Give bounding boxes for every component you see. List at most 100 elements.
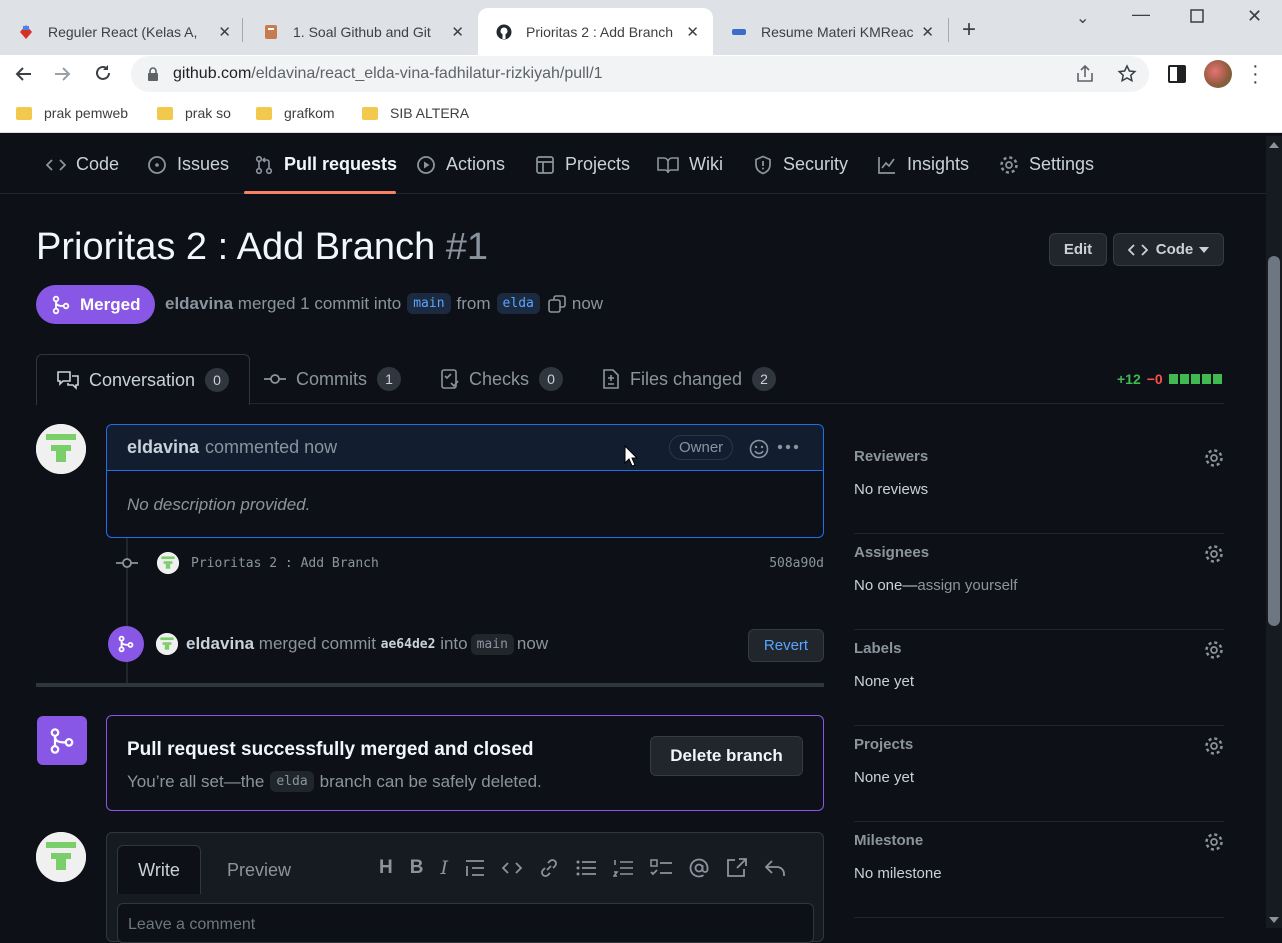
reviewers-heading[interactable]: Reviewers bbox=[854, 448, 928, 465]
mention-icon[interactable] bbox=[689, 858, 709, 878]
repo-nav-projects[interactable]: Projects bbox=[535, 154, 630, 175]
browser-menu-icon[interactable]: · · · bbox=[1252, 56, 1259, 92]
code-icon bbox=[46, 158, 66, 171]
gear-icon[interactable] bbox=[1204, 832, 1224, 852]
commit-message-link[interactable]: Prioritas 2 : Add Branch bbox=[191, 556, 769, 571]
pr-author-link[interactable]: eldavina bbox=[165, 294, 233, 314]
code-icon[interactable] bbox=[501, 861, 522, 875]
comment-body: No description provided. bbox=[127, 495, 311, 514]
add-reaction-smiley-icon[interactable] bbox=[749, 439, 769, 459]
browser-tab-2[interactable]: 1. Soal Github and Git ✕ bbox=[245, 8, 478, 55]
merged-subtext: You’re all set—the elda branch can be sa… bbox=[127, 771, 542, 792]
maximize-icon[interactable] bbox=[1190, 9, 1204, 23]
side-panel-icon[interactable] bbox=[1168, 65, 1186, 83]
edit-title-button[interactable]: Edit bbox=[1049, 233, 1107, 266]
scrollbar-thumb[interactable] bbox=[1268, 256, 1280, 626]
reload-icon[interactable] bbox=[94, 64, 112, 82]
quote-icon[interactable] bbox=[465, 859, 485, 877]
bookmark-folder[interactable]: SIB ALTERA bbox=[362, 105, 469, 121]
bookmark-folder[interactable]: prak pemweb bbox=[16, 105, 128, 121]
viewer-avatar[interactable] bbox=[36, 832, 86, 882]
bookmark-folder[interactable]: prak so bbox=[157, 105, 231, 121]
copy-icon[interactable] bbox=[548, 294, 566, 313]
scroll-up-arrow-icon[interactable] bbox=[1269, 142, 1279, 148]
italic-icon[interactable]: I bbox=[440, 857, 448, 879]
repo-nav-insights[interactable]: Insights bbox=[877, 154, 969, 175]
tab-conversation[interactable]: Conversation 0 bbox=[36, 354, 251, 405]
assign-yourself-link[interactable]: assign yourself bbox=[917, 577, 1017, 594]
kebab-menu-icon[interactable] bbox=[777, 444, 799, 450]
tab-files-changed[interactable]: Files changed 2 bbox=[602, 354, 777, 404]
cross-reference-icon[interactable] bbox=[726, 858, 748, 878]
owner-badge: Owner bbox=[669, 435, 734, 460]
comment-editor: Write Preview H B I Leave a comment bbox=[106, 832, 824, 943]
bold-icon[interactable]: B bbox=[410, 857, 424, 879]
heading-icon[interactable]: H bbox=[379, 857, 393, 879]
deletable-branch[interactable]: elda bbox=[270, 771, 314, 792]
write-tab[interactable]: Write bbox=[117, 845, 201, 894]
address-bar[interactable]: github.com/eldavina/react_elda-vina-fadh… bbox=[131, 56, 1149, 92]
bulleted-list-icon[interactable] bbox=[576, 859, 596, 877]
tab-search-icon[interactable]: ⌄ bbox=[1076, 8, 1089, 28]
task-list-icon[interactable] bbox=[650, 859, 672, 877]
gear-icon bbox=[1000, 155, 1018, 174]
gear-icon[interactable] bbox=[1204, 640, 1224, 660]
bookmark-folder[interactable]: grafkom bbox=[256, 105, 335, 121]
link-icon[interactable] bbox=[539, 859, 559, 877]
repo-nav-pull-requests[interactable]: Pull requests bbox=[254, 154, 397, 175]
gear-icon[interactable] bbox=[1204, 544, 1224, 564]
projects-value: None yet bbox=[854, 769, 915, 786]
forward-icon[interactable] bbox=[54, 66, 72, 82]
browser-tab-4[interactable]: Resume Materi KMReac ✕ bbox=[713, 8, 948, 55]
author-avatar[interactable] bbox=[36, 424, 86, 474]
base-branch[interactable]: main bbox=[407, 293, 451, 314]
tab-commits[interactable]: Commits 1 bbox=[264, 354, 401, 404]
back-icon[interactable] bbox=[14, 66, 32, 82]
revert-button[interactable]: Revert bbox=[748, 629, 824, 662]
share-icon[interactable] bbox=[1075, 65, 1095, 83]
projects-heading[interactable]: Projects bbox=[854, 736, 913, 753]
minimize-icon[interactable]: — bbox=[1132, 4, 1150, 25]
tab-close-icon[interactable]: ✕ bbox=[218, 23, 231, 41]
code-dropdown-button[interactable]: Code bbox=[1113, 233, 1224, 266]
tab-close-icon[interactable]: ✕ bbox=[686, 23, 699, 41]
delete-branch-button[interactable]: Delete branch bbox=[650, 736, 803, 776]
repo-nav-actions[interactable]: Actions bbox=[416, 154, 505, 175]
labels-heading[interactable]: Labels bbox=[854, 640, 902, 657]
numbered-list-icon[interactable] bbox=[612, 859, 633, 877]
bookmark-star-icon[interactable] bbox=[1117, 64, 1137, 84]
head-branch[interactable]: elda bbox=[496, 293, 540, 314]
comment-textarea[interactable]: Leave a comment bbox=[117, 903, 814, 943]
reply-icon[interactable] bbox=[764, 859, 785, 877]
repo-nav-issues[interactable]: Issues bbox=[147, 154, 229, 175]
merge-commit-sha[interactable]: ae64de2 bbox=[381, 637, 436, 652]
new-tab-icon[interactable]: + bbox=[962, 16, 976, 44]
gear-icon[interactable] bbox=[1204, 736, 1224, 756]
merger-avatar[interactable] bbox=[156, 633, 178, 655]
gear-icon[interactable] bbox=[1204, 448, 1224, 468]
profile-avatar[interactable] bbox=[1204, 60, 1232, 88]
scroll-down-arrow-icon[interactable] bbox=[1269, 917, 1279, 923]
folder-icon bbox=[362, 106, 378, 120]
assignees-heading[interactable]: Assignees bbox=[854, 544, 929, 561]
merge-target-branch[interactable]: main bbox=[470, 633, 514, 655]
tab-count: 2 bbox=[752, 367, 777, 391]
repo-nav-wiki[interactable]: Wiki bbox=[657, 154, 723, 175]
browser-tab-1[interactable]: Reguler React (Kelas A, ✕ bbox=[0, 8, 245, 55]
tab-close-icon[interactable]: ✕ bbox=[921, 23, 934, 41]
repo-nav-code[interactable]: Code bbox=[46, 154, 119, 175]
play-icon bbox=[417, 155, 435, 174]
commit-sha-link[interactable]: 508a90d bbox=[769, 556, 824, 571]
tab-close-icon[interactable]: ✕ bbox=[451, 23, 464, 41]
tab-checks[interactable]: Checks 0 bbox=[441, 354, 564, 404]
sidebar-assignees: Assignees No one—assign yourself bbox=[854, 534, 1224, 630]
comment-author-link[interactable]: eldavina bbox=[127, 437, 199, 458]
window-close-icon[interactable]: ✕ bbox=[1247, 6, 1262, 27]
milestone-heading[interactable]: Milestone bbox=[854, 832, 923, 849]
commit-author-avatar[interactable] bbox=[157, 552, 179, 574]
merger-link[interactable]: eldavina bbox=[186, 634, 254, 654]
repo-nav-settings[interactable]: Settings bbox=[999, 154, 1094, 175]
preview-tab[interactable]: Preview bbox=[227, 860, 291, 881]
repo-nav-security[interactable]: Security bbox=[753, 154, 848, 175]
browser-tab-3-active[interactable]: Prioritas 2 : Add Branch ✕ bbox=[478, 8, 713, 55]
